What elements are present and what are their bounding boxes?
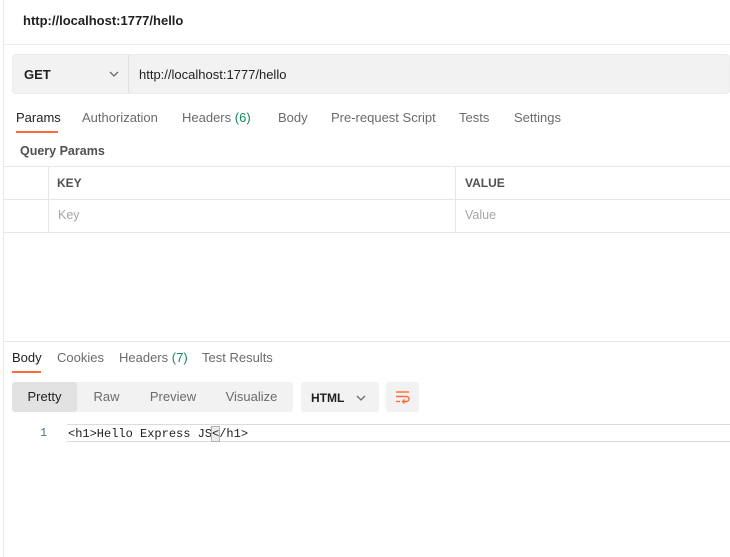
method-label: GET	[24, 67, 51, 82]
postman-request-view: http://localhost:1777/hello GET http://l…	[0, 0, 730, 557]
tab-tests[interactable]: Tests	[459, 110, 489, 125]
sidebar-divider	[3, 0, 4, 557]
code-line: <h1>Hello Express JS</h1>	[67, 424, 730, 442]
format-select[interactable]: HTML	[301, 382, 379, 412]
view-visualize-button[interactable]: Visualize	[210, 382, 293, 412]
tab-body[interactable]: Body	[278, 110, 308, 125]
view-raw-button[interactable]: Raw	[77, 382, 136, 412]
tab-pre-request-script[interactable]: Pre-request Script	[331, 110, 436, 125]
code-segment: <h1>Hello Express JS	[68, 427, 213, 441]
response-body-editor[interactable]: 1 <h1>Hello Express JS</h1>	[4, 424, 730, 442]
request-title-bar: http://localhost:1777/hello	[4, 0, 730, 45]
value-input[interactable]: Value	[465, 208, 496, 222]
format-label: HTML	[311, 391, 345, 405]
wrap-lines-button[interactable]	[386, 382, 419, 412]
response-tab-body[interactable]: Body	[12, 350, 42, 365]
view-pretty-button[interactable]: Pretty	[12, 382, 77, 412]
query-params-heading: Query Params	[20, 144, 105, 158]
headers-count-badge: (6)	[234, 110, 251, 125]
wrap-lines-icon	[396, 391, 410, 404]
chevron-down-icon	[356, 395, 366, 401]
tab-params-label: Params	[16, 110, 61, 125]
view-mode-group: Pretty Raw Preview Visualize	[12, 382, 293, 412]
response-tab-test-results[interactable]: Test Results	[202, 350, 273, 365]
url-input[interactable]: http://localhost:1777/hello	[139, 67, 286, 82]
chevron-down-icon	[109, 71, 119, 77]
response-pane-divider[interactable]	[4, 341, 730, 342]
line-number: 1	[40, 426, 48, 440]
response-tab-headers-label: Headers	[119, 350, 169, 365]
row-divider	[4, 199, 730, 200]
active-response-tab-indicator	[12, 371, 41, 373]
response-headers-count-badge: (7)	[171, 350, 188, 365]
code-text: <h1>Hello Express JS</h1>	[68, 426, 249, 442]
method-select[interactable]: GET	[13, 55, 129, 93]
key-column-header: KEY	[57, 176, 82, 190]
tab-headers[interactable]: Headers (6)	[182, 110, 251, 125]
tab-params[interactable]: Params	[16, 110, 61, 125]
key-input[interactable]: Key	[58, 208, 80, 222]
column-divider	[48, 167, 49, 233]
url-bar: GET http://localhost:1777/hello	[12, 54, 730, 94]
response-tab-headers[interactable]: Headers (7)	[119, 350, 188, 365]
tab-headers-label: Headers	[182, 110, 232, 125]
query-params-table: KEY VALUE Key Value	[4, 166, 730, 233]
active-tab-indicator	[16, 131, 58, 133]
column-divider	[455, 167, 456, 233]
tab-settings[interactable]: Settings	[514, 110, 561, 125]
view-preview-button[interactable]: Preview	[136, 382, 210, 412]
code-segment: /h1>	[219, 427, 249, 441]
request-title[interactable]: http://localhost:1777/hello	[23, 13, 183, 28]
response-tab-cookies[interactable]: Cookies	[57, 350, 104, 365]
value-column-header: VALUE	[465, 176, 505, 190]
tab-authorization[interactable]: Authorization	[82, 110, 158, 125]
